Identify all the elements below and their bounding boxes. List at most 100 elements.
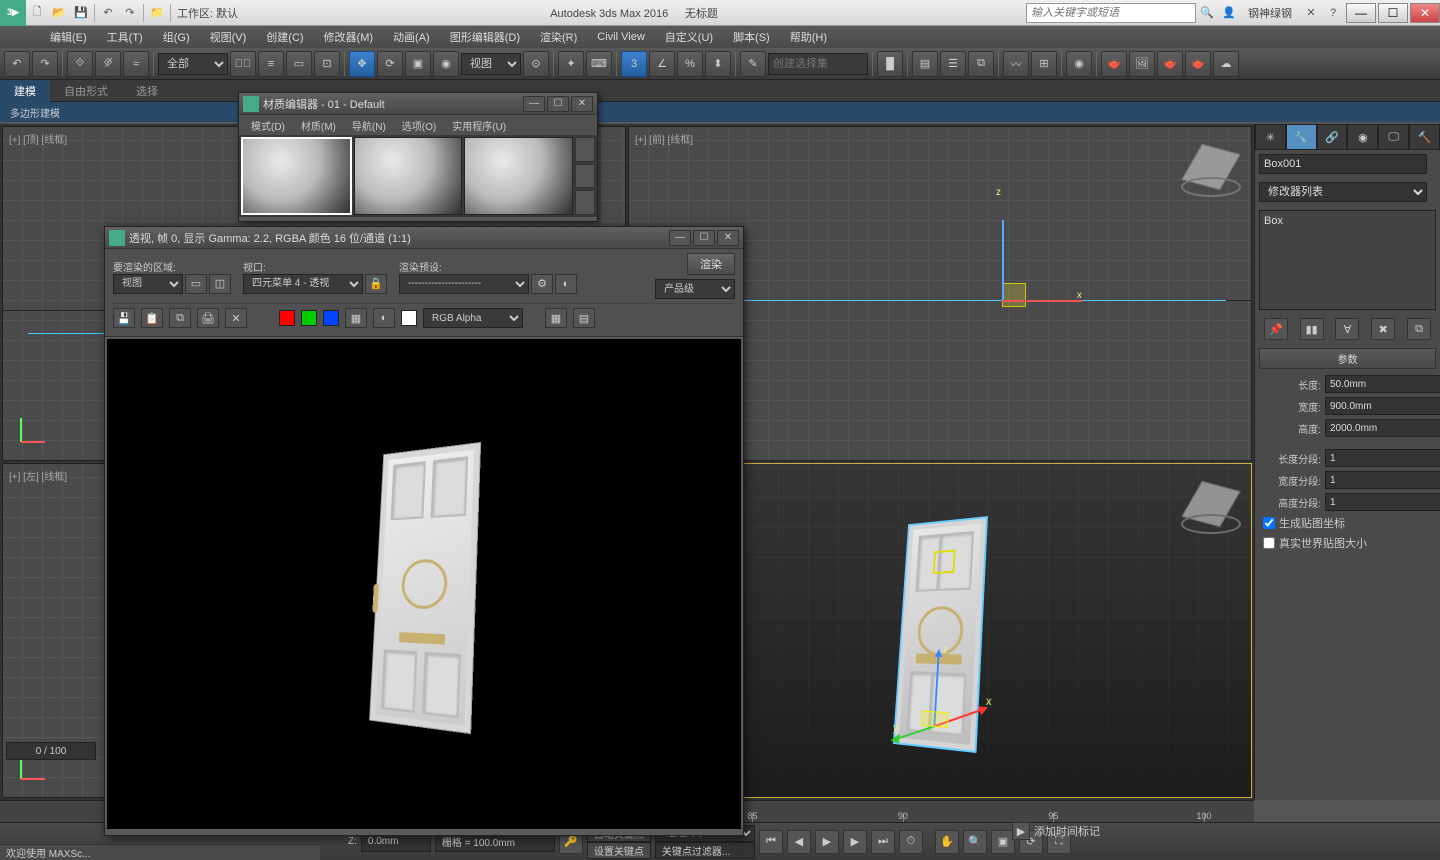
select-object-button[interactable]: ▭⃕ [230,51,256,77]
minimize-button[interactable]: — [1346,3,1376,23]
hierarchy-tab-icon[interactable]: 🔗 [1317,124,1348,150]
undo-icon[interactable]: ↶ [97,2,119,24]
stack-item[interactable]: Box [1264,215,1431,227]
color-swatch[interactable] [401,310,417,326]
rendered-frame-button[interactable]: 🖼 [1129,51,1155,77]
material-editor-window[interactable]: 材质编辑器 - 01 - Default — ☐ ✕ 模式(D) 材质(M) 导… [238,92,598,222]
play-icon[interactable]: ▶ [815,830,839,854]
menu-help[interactable]: 帮助(H) [780,26,837,48]
undo-button[interactable]: ↶ [4,51,30,77]
ribbon-panel-label[interactable]: 多边形建模 [0,102,1440,122]
window-crossing-button[interactable]: ⊡ [314,51,340,77]
material-editor-titlebar[interactable]: 材质编辑器 - 01 - Default — ☐ ✕ [239,93,597,115]
edit-region-icon[interactable]: ▭ [185,274,207,294]
spinner-snap-button[interactable]: ⬍ [705,51,731,77]
green-channel-icon[interactable] [301,310,317,326]
keyboard-shortcut-button[interactable]: ⌨ [586,51,612,77]
remove-modifier-icon[interactable]: ✖ [1371,318,1395,340]
menu-customize[interactable]: 自定义(U) [655,26,723,48]
next-frame-icon[interactable]: ▶ [843,830,867,854]
sample-type-icon[interactable] [575,137,595,162]
curve-editor-button[interactable]: 〰 [1003,51,1029,77]
selected-object-door[interactable]: x y z [893,516,988,753]
width-segs-input[interactable] [1325,471,1440,489]
modify-tab-icon[interactable]: 🔧 [1286,124,1317,150]
menu-views[interactable]: 视图(V) [200,26,257,48]
pivot-center-button[interactable]: ⊙ [523,51,549,77]
blue-channel-icon[interactable] [323,310,339,326]
material-slot[interactable] [464,137,573,215]
add-time-tag-icon[interactable]: ▶ [1012,822,1030,840]
save-image-icon[interactable]: 💾 [113,308,135,328]
unlink-button[interactable]: ⟐̸ [95,51,121,77]
render-viewport-select[interactable]: 四元菜单 4 - 透视 [243,274,363,294]
mirror-button[interactable]: ▐▌ [877,51,903,77]
maxscript-listener[interactable]: 欢迎使用 MAXSc... [0,844,320,860]
schematic-view-button[interactable]: ⊞ [1031,51,1057,77]
render-setup-button[interactable]: 🫖 [1101,51,1127,77]
placement-button[interactable]: ◉ [433,51,459,77]
height-segs-input[interactable] [1325,493,1440,511]
alpha-channel-icon[interactable]: ▦ [345,308,367,328]
redo-button[interactable]: ↷ [32,51,58,77]
modifier-list-select[interactable]: 修改器列表 [1259,182,1427,202]
user-name[interactable]: 钢神绿钢 [1248,5,1292,21]
menu-group[interactable]: 组(G) [153,26,200,48]
manipulate-button[interactable]: ✦ [558,51,584,77]
named-selection-input[interactable] [768,53,868,75]
move-button[interactable]: ✥ [349,51,375,77]
render-production-button[interactable]: 🫖 [1157,51,1183,77]
material-slot[interactable] [354,137,463,215]
backlight-icon[interactable] [575,164,595,189]
viewport-label[interactable]: [+] [顶] [线框] [9,131,67,146]
menu-edit[interactable]: 编辑(E) [40,26,97,48]
menu-tools[interactable]: 工具(T) [97,26,153,48]
menu-grapheditors[interactable]: 图形编辑器(D) [440,26,530,48]
lock-viewport-icon[interactable]: 🔒 [365,274,387,294]
utilities-tab-icon[interactable]: 🔨 [1409,124,1440,150]
render-mode-select[interactable]: 产品级 [655,279,735,299]
minimize-button[interactable]: — [523,96,545,112]
ribbon-tab-selection[interactable]: 选择 [122,80,172,102]
mat-menu-mode[interactable]: 模式(D) [243,118,293,133]
menu-civilview[interactable]: Civil View [587,26,654,48]
render-iterative-button[interactable]: 🫖 [1185,51,1211,77]
prev-frame-icon[interactable]: ◀ [787,830,811,854]
gen-mapping-checkbox[interactable] [1263,517,1275,529]
help-search-input[interactable] [1026,3,1196,23]
pin-stack-icon[interactable]: 📌 [1264,318,1288,340]
render-area-select[interactable]: 视图 [113,274,183,294]
viewport-label[interactable]: [+] [前] [线框] [635,131,693,146]
toggle-ui-icon[interactable]: ▤ [573,308,595,328]
viewcube[interactable] [1181,474,1241,534]
display-tab-icon[interactable]: 🖵 [1378,124,1409,150]
motion-tab-icon[interactable]: ◉ [1347,124,1378,150]
mat-menu-navigation[interactable]: 导航(N) [344,118,394,133]
environment-icon[interactable]: ◐ [555,274,577,294]
viewport-label[interactable]: [+] [左] [线框] [9,468,67,483]
time-config-icon[interactable]: ⏱ [899,830,923,854]
transform-gizmo[interactable]: x y z [880,644,997,757]
mono-channel-icon[interactable]: ◐ [373,308,395,328]
percent-snap-button[interactable]: % [677,51,703,77]
render-setup-icon[interactable]: ⚙ [531,274,553,294]
height-input[interactable] [1325,419,1440,437]
project-icon[interactable]: 📁 [146,2,168,24]
scale-button[interactable]: ▣ [405,51,431,77]
make-unique-icon[interactable]: ∀ [1335,318,1359,340]
toggle-overlay-icon[interactable]: ▦ [545,308,567,328]
menu-modifiers[interactable]: 修改器(M) [314,26,384,48]
mat-menu-material[interactable]: 材质(M) [293,118,344,133]
menu-rendering[interactable]: 渲染(R) [530,26,587,48]
exchange-icon[interactable]: ✕ [1300,2,1322,24]
signin-icon[interactable]: 👤 [1218,2,1240,24]
render-window-titlebar[interactable]: 透视, 帧 0, 显示 Gamma: 2.2, RGBA 颜色 16 位/通道 … [105,227,743,249]
pan-view-icon[interactable]: ✋ [935,830,959,854]
menu-maxscript[interactable]: 脚本(S) [723,26,780,48]
menu-animation[interactable]: 动画(A) [383,26,440,48]
show-end-result-icon[interactable]: ▮▮ [1300,318,1324,340]
clear-icon[interactable]: ✕ [225,308,247,328]
auto-region-icon[interactable]: ◫ [209,274,231,294]
object-name-input[interactable] [1259,154,1427,174]
edit-named-sel-button[interactable]: ✎ [740,51,766,77]
